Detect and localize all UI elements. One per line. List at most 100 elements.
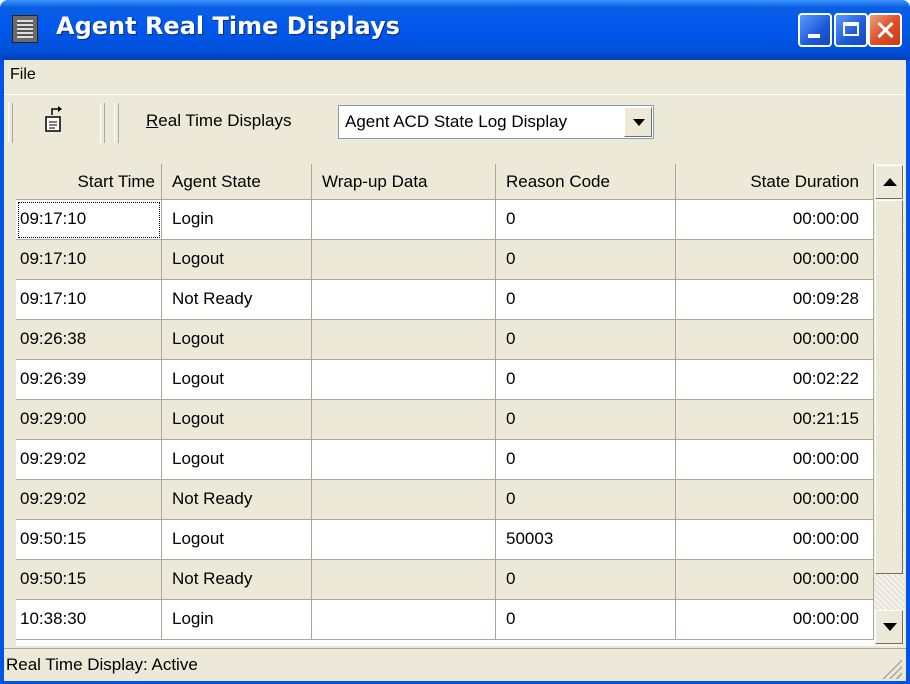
window-title: Agent Real Time Displays xyxy=(56,12,400,40)
cell-agent-state[interactable]: Logout xyxy=(162,240,312,280)
table-row[interactable]: 09:50:15 Not Ready 0 00:00:00 xyxy=(16,560,874,600)
cell-wrap-up-data[interactable] xyxy=(312,440,496,480)
cell-reason-code[interactable]: 0 xyxy=(496,480,676,520)
table-row[interactable]: 09:26:38 Logout 0 00:00:00 xyxy=(16,320,874,360)
cell-wrap-up-data[interactable] xyxy=(312,560,496,600)
status-text: Real Time Display: Active xyxy=(6,655,198,674)
cell-state-duration[interactable]: 00:00:00 xyxy=(676,320,874,360)
cell-reason-code[interactable]: 0 xyxy=(496,240,676,280)
cell-start-time[interactable]: 09:50:15 xyxy=(16,520,162,560)
table-row[interactable]: 09:29:00 Logout 0 00:21:15 xyxy=(16,400,874,440)
cell-start-time[interactable]: 09:17:10 xyxy=(16,280,162,320)
cell-wrap-up-data[interactable] xyxy=(312,200,496,240)
header-start-time[interactable]: Start Time xyxy=(16,164,162,200)
label-accelerator: R xyxy=(146,111,159,130)
cell-state-duration[interactable]: 00:02:22 xyxy=(676,360,874,400)
cell-start-time[interactable]: 09:29:00 xyxy=(16,400,162,440)
cell-agent-state[interactable]: Login xyxy=(162,200,312,240)
scroll-up-icon[interactable] xyxy=(875,165,903,199)
display-select-value: Agent ACD State Log Display xyxy=(345,112,568,131)
table-row[interactable]: 09:17:10 Not Ready 0 00:09:28 xyxy=(16,280,874,320)
scroll-thumb[interactable] xyxy=(875,200,903,574)
chevron-down-icon[interactable] xyxy=(624,107,652,137)
cell-agent-state[interactable]: Not Ready xyxy=(162,480,312,520)
cell-agent-state[interactable]: Not Ready xyxy=(162,560,312,600)
cell-wrap-up-data[interactable] xyxy=(312,600,496,640)
table-row[interactable]: 09:17:10 Logout 0 00:00:00 xyxy=(16,240,874,280)
cell-state-duration[interactable]: 00:00:00 xyxy=(676,440,874,480)
cell-agent-state[interactable]: Not Ready xyxy=(162,280,312,320)
cell-wrap-up-data[interactable] xyxy=(312,240,496,280)
cell-state-duration[interactable]: 00:00:00 xyxy=(676,200,874,240)
menu-bar: File xyxy=(4,60,906,90)
cell-state-duration[interactable]: 00:00:00 xyxy=(676,240,874,280)
maximize-button[interactable] xyxy=(834,13,868,47)
title-bar[interactable]: Agent Real Time Displays xyxy=(0,0,910,60)
cell-start-time[interactable]: 09:29:02 xyxy=(16,440,162,480)
cell-wrap-up-data[interactable] xyxy=(312,520,496,560)
real-time-displays-label: Real Time Displays xyxy=(146,111,292,131)
table-row[interactable]: 09:29:02 Not Ready 0 00:00:00 xyxy=(16,480,874,520)
cell-state-duration[interactable]: 00:00:00 xyxy=(676,560,874,600)
close-button[interactable] xyxy=(868,13,902,47)
table-row[interactable]: 10:38:30 Login 0 00:00:00 xyxy=(16,600,874,640)
scroll-down-icon[interactable] xyxy=(875,610,903,644)
resize-grip-icon[interactable] xyxy=(880,657,902,679)
console-grid-icon[interactable] xyxy=(12,15,38,43)
cell-start-time[interactable]: 09:17:10 xyxy=(16,200,162,240)
cell-wrap-up-data[interactable] xyxy=(312,400,496,440)
table-row[interactable]: 09:17:10 Login 0 00:00:00 xyxy=(16,200,874,240)
cell-wrap-up-data[interactable] xyxy=(312,480,496,520)
cell-agent-state[interactable]: Logout xyxy=(162,440,312,480)
cell-wrap-up-data[interactable] xyxy=(312,280,496,320)
cell-start-time[interactable]: 09:50:15 xyxy=(16,560,162,600)
toolbar-separator xyxy=(100,103,105,143)
cell-start-time[interactable]: 10:38:30 xyxy=(16,600,162,640)
cell-state-duration[interactable]: 00:00:00 xyxy=(676,600,874,640)
cell-agent-state[interactable]: Logout xyxy=(162,360,312,400)
cell-start-time[interactable]: 09:17:10 xyxy=(16,240,162,280)
cell-start-time[interactable]: 09:29:02 xyxy=(16,480,162,520)
vertical-scrollbar[interactable] xyxy=(874,164,904,646)
export-page-icon[interactable] xyxy=(36,105,76,141)
cell-agent-state[interactable]: Login xyxy=(162,600,312,640)
cell-state-duration[interactable]: 00:09:28 xyxy=(676,280,874,320)
display-select[interactable]: Agent ACD State Log Display xyxy=(338,105,654,139)
cell-wrap-up-data[interactable] xyxy=(312,360,496,400)
cell-reason-code[interactable]: 50003 xyxy=(496,520,676,560)
table-row[interactable]: 09:26:39 Logout 0 00:02:22 xyxy=(16,360,874,400)
cell-wrap-up-data[interactable] xyxy=(312,320,496,360)
label-text: eal Time Displays xyxy=(158,111,292,130)
cell-reason-code[interactable]: 0 xyxy=(496,320,676,360)
client-area: File Real Time Displays Agent ACD State … xyxy=(4,60,906,681)
state-log-table[interactable]: Start Time Agent State Wrap-up Data Reas… xyxy=(16,164,874,646)
cell-reason-code[interactable]: 0 xyxy=(496,200,676,240)
cell-reason-code[interactable]: 0 xyxy=(496,600,676,640)
cell-reason-code[interactable]: 0 xyxy=(496,560,676,600)
cell-start-time[interactable]: 09:26:39 xyxy=(16,360,162,400)
header-state-duration[interactable]: State Duration xyxy=(676,164,874,200)
toolbar-grip[interactable] xyxy=(8,103,13,143)
cell-agent-state[interactable]: Logout xyxy=(162,520,312,560)
cell-reason-code[interactable]: 0 xyxy=(496,440,676,480)
table-row[interactable]: 09:29:02 Logout 0 00:00:00 xyxy=(16,440,874,480)
table-row[interactable]: 09:50:15 Logout 50003 00:00:00 xyxy=(16,520,874,560)
header-reason-code[interactable]: Reason Code xyxy=(496,164,676,200)
menu-file[interactable]: File xyxy=(10,66,36,84)
cell-agent-state[interactable]: Logout xyxy=(162,400,312,440)
table-header: Start Time Agent State Wrap-up Data Reas… xyxy=(16,164,874,200)
cell-reason-code[interactable]: 0 xyxy=(496,400,676,440)
header-wrap-up-data[interactable]: Wrap-up Data xyxy=(312,164,496,200)
minimize-button[interactable] xyxy=(798,13,832,47)
toolbar: Real Time Displays Agent ACD State Log D… xyxy=(4,94,906,151)
cell-state-duration[interactable]: 00:21:15 xyxy=(676,400,874,440)
cell-start-time[interactable]: 09:26:38 xyxy=(16,320,162,360)
cell-state-duration[interactable]: 00:00:00 xyxy=(676,520,874,560)
cell-reason-code[interactable]: 0 xyxy=(496,280,676,320)
status-bar: Real Time Display: Active xyxy=(4,648,906,681)
toolbar-grip-2[interactable] xyxy=(114,103,119,143)
cell-agent-state[interactable]: Logout xyxy=(162,320,312,360)
cell-state-duration[interactable]: 00:00:00 xyxy=(676,480,874,520)
header-agent-state[interactable]: Agent State xyxy=(162,164,312,200)
cell-reason-code[interactable]: 0 xyxy=(496,360,676,400)
